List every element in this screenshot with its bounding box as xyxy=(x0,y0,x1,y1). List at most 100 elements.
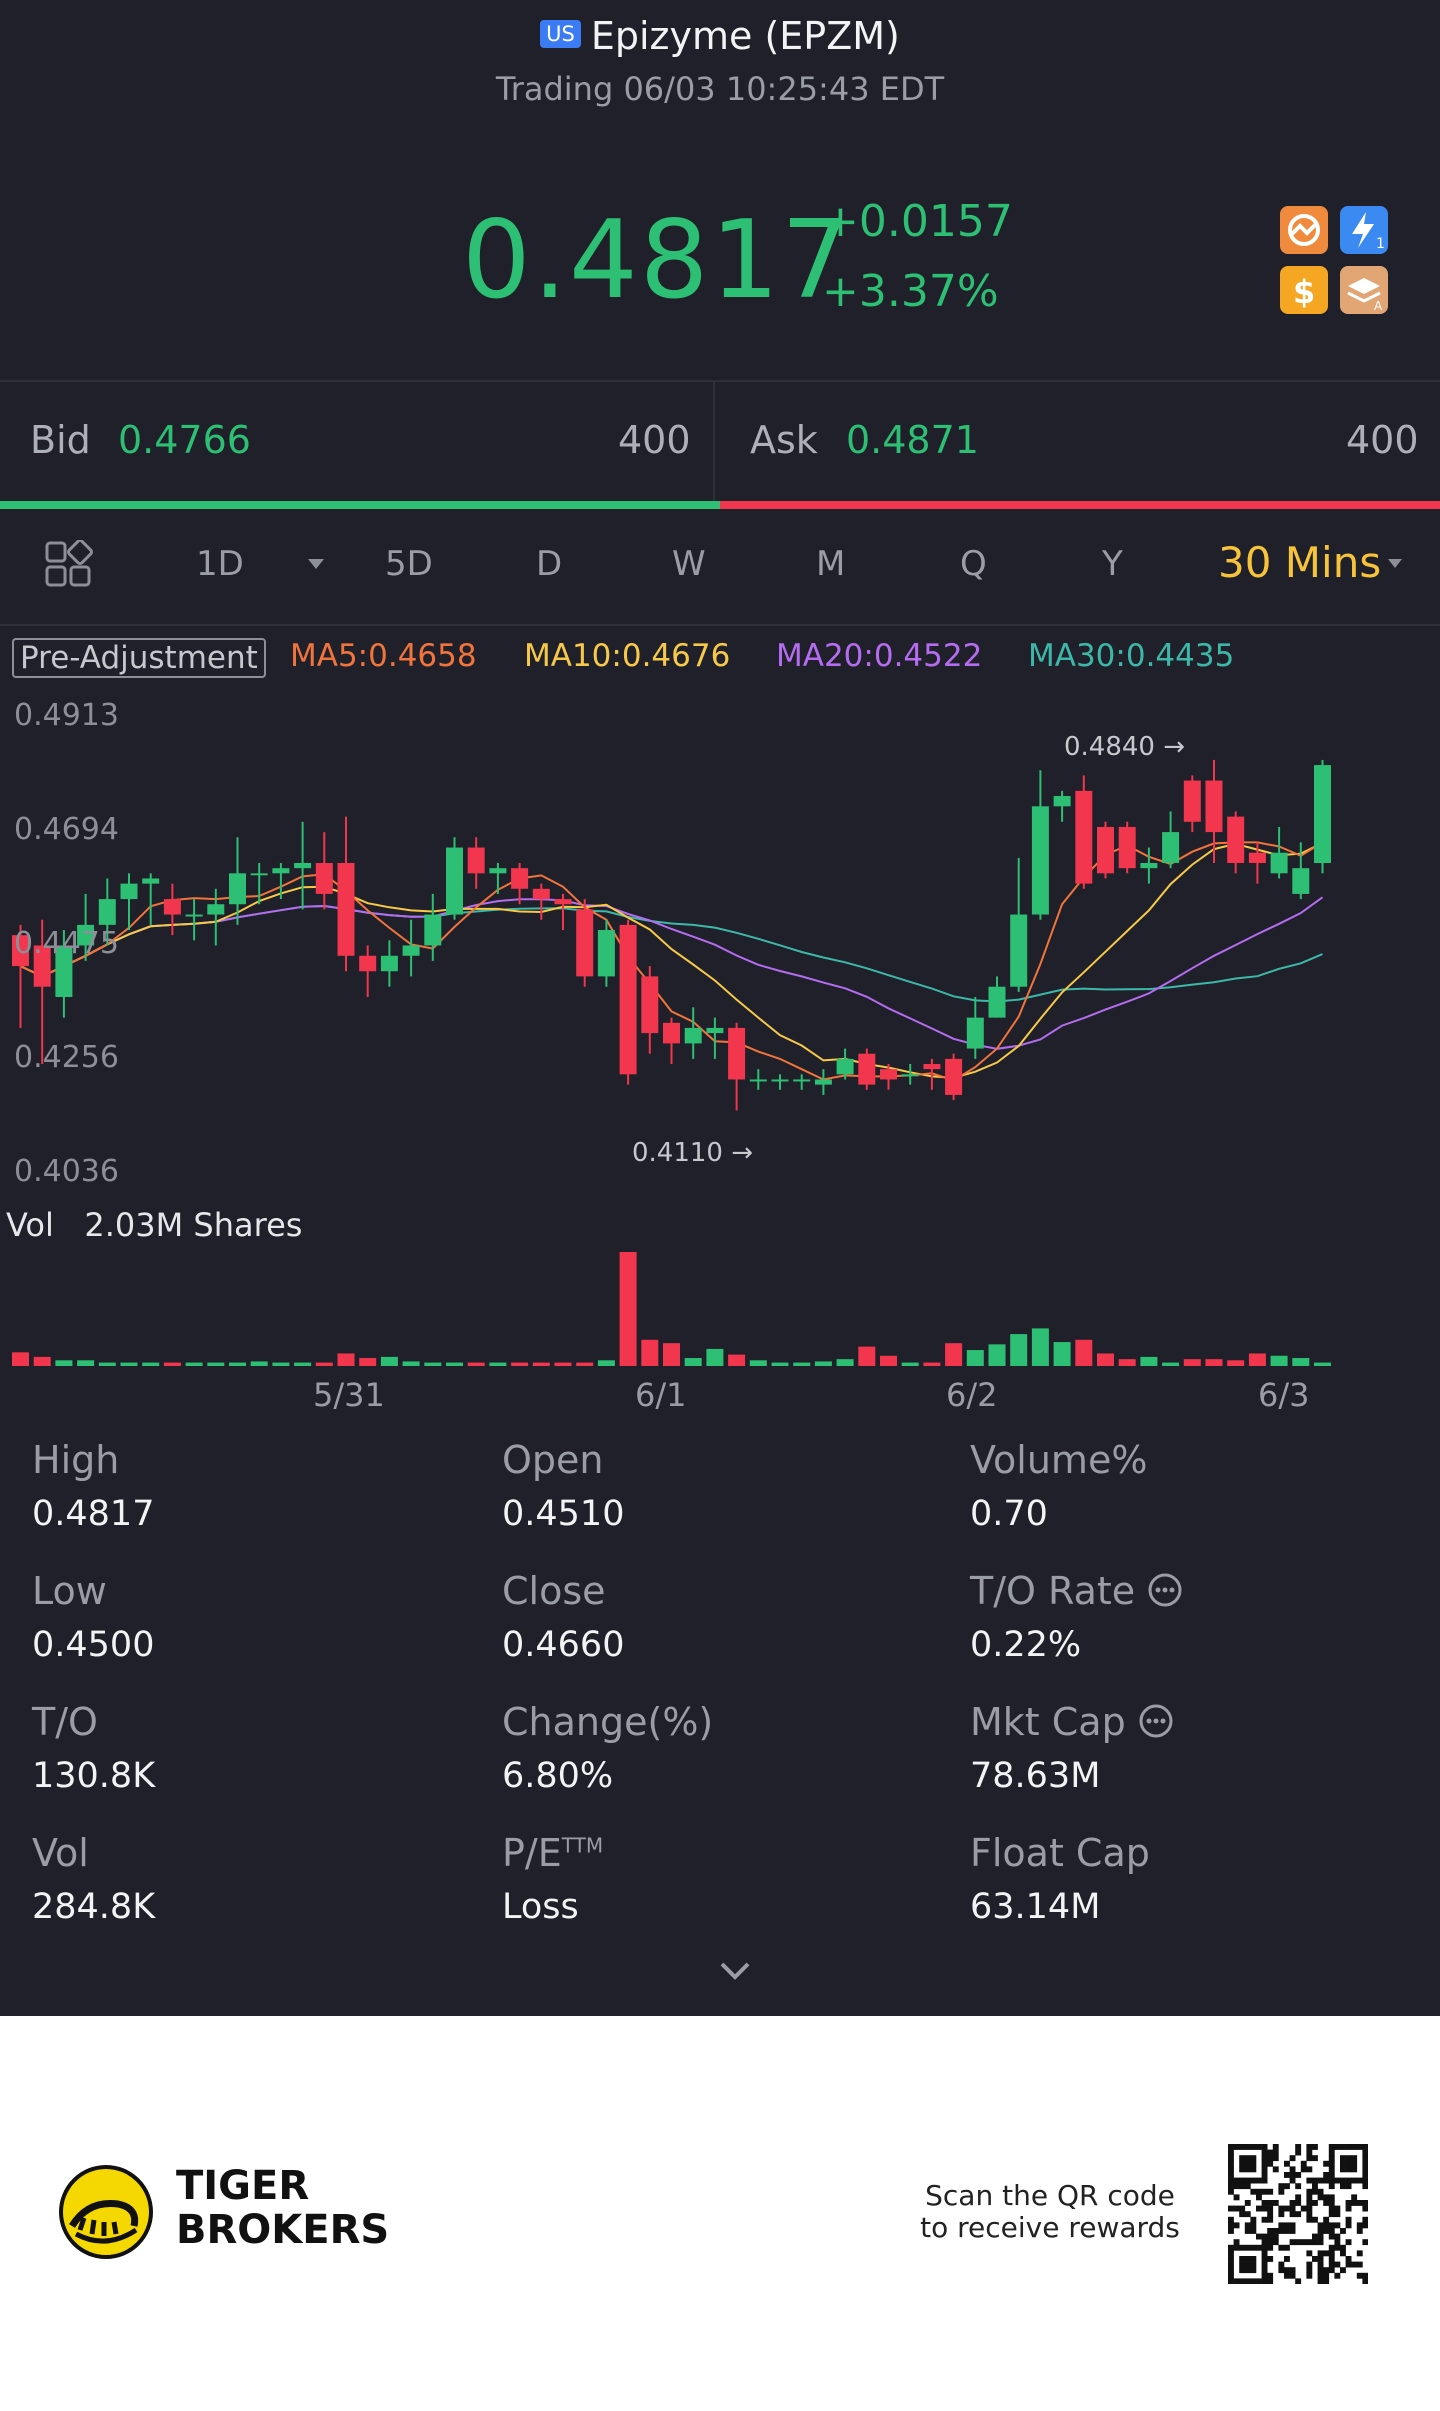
ma20-label: MA20:0.4522 xyxy=(776,638,983,674)
lightning-app-icon[interactable]: 1 xyxy=(1340,206,1388,254)
volume-bar xyxy=(315,1362,333,1366)
volume-bar xyxy=(446,1362,463,1366)
tab-m[interactable]: M xyxy=(816,544,845,584)
candle-body xyxy=(1248,852,1266,864)
svg-text:A: A xyxy=(1374,299,1383,313)
volume-bar xyxy=(988,1344,1006,1366)
volume-bar xyxy=(1314,1362,1331,1366)
volume-bar xyxy=(12,1352,29,1366)
price-change: +0.0157 xyxy=(822,196,1013,247)
candle-body xyxy=(923,1064,941,1070)
candle-body xyxy=(315,863,333,894)
candle-body xyxy=(1205,780,1223,833)
stat-label: Open xyxy=(502,1438,604,1482)
candle-body xyxy=(359,955,377,972)
qr-code xyxy=(1228,2144,1368,2284)
bid-label: Bid xyxy=(30,418,91,462)
more-info-icon[interactable] xyxy=(1147,1572,1183,1608)
tab-y[interactable]: Y xyxy=(1102,544,1123,584)
volume-bar xyxy=(1292,1358,1310,1366)
stat-label: Change(%) xyxy=(502,1700,714,1744)
volume-bar xyxy=(1248,1353,1266,1366)
tiger-logo-icon xyxy=(58,2164,154,2264)
volume-bar xyxy=(1010,1334,1028,1366)
volume-bar xyxy=(467,1362,485,1366)
volume-bar xyxy=(489,1362,507,1366)
divider xyxy=(0,380,1440,382)
low-marker: 0.4110 → xyxy=(632,1138,754,1168)
more-info-icon[interactable] xyxy=(1138,1703,1174,1739)
volume-bar xyxy=(33,1356,51,1366)
candle-body xyxy=(163,899,181,915)
svg-text:$: $ xyxy=(1293,273,1315,311)
volume-bar xyxy=(1227,1360,1245,1366)
volume-bar xyxy=(207,1362,225,1366)
divider xyxy=(713,382,715,502)
volume-bar xyxy=(380,1356,398,1366)
candle-body xyxy=(380,955,398,972)
tab-q[interactable]: Q xyxy=(960,544,987,584)
layers-app-icon[interactable]: A xyxy=(1340,266,1388,314)
stock-title: US Epizyme (EPZM) xyxy=(0,14,1440,58)
y-tick: 0.4256 xyxy=(14,1040,119,1075)
volume-bar xyxy=(272,1362,290,1366)
candle-body xyxy=(511,868,529,889)
volume-bar xyxy=(424,1362,442,1366)
candle-body xyxy=(489,868,507,874)
tab-w[interactable]: W xyxy=(672,544,706,584)
volume-bar xyxy=(402,1361,420,1366)
tab-5d[interactable]: 5D xyxy=(385,544,433,584)
stat-label: Low xyxy=(32,1569,107,1613)
candle-body xyxy=(684,1027,702,1044)
tab-d[interactable]: D xyxy=(536,544,562,584)
y-tick: 0.4036 xyxy=(14,1154,119,1189)
tab-1d[interactable]: 1D xyxy=(196,544,244,584)
stat-label: Close xyxy=(502,1569,606,1613)
candle-body xyxy=(554,899,572,905)
volume-bar xyxy=(163,1362,181,1366)
stat-value: 0.4500 xyxy=(32,1625,155,1665)
stat-label: T/O xyxy=(32,1700,98,1744)
chevron-down-icon[interactable] xyxy=(718,1960,752,1986)
candle-body xyxy=(250,873,268,876)
caret-down-icon[interactable] xyxy=(306,556,326,575)
stat-value: 78.63M xyxy=(970,1756,1101,1796)
stat-value: 0.22% xyxy=(970,1625,1082,1665)
stat-value: 0.4660 xyxy=(502,1625,625,1665)
volume-label: Vol 2.03M Shares xyxy=(6,1206,303,1244)
dollar-app-icon[interactable]: $ xyxy=(1280,266,1328,314)
candle-body xyxy=(663,1022,680,1044)
tab-30-mins[interactable]: 30 Mins xyxy=(1218,538,1381,587)
pe-superscript: TTM xyxy=(561,1833,604,1858)
candle-body xyxy=(1118,826,1136,869)
candle-body xyxy=(858,1053,876,1085)
candle-body xyxy=(793,1079,811,1082)
layout-grid-icon[interactable] xyxy=(44,539,94,594)
candle-body xyxy=(424,914,442,946)
volume-bar xyxy=(185,1362,203,1366)
pre-adjustment-button[interactable]: Pre-Adjustment xyxy=(12,638,266,678)
candlestick-chart[interactable] xyxy=(0,690,1440,1390)
volume-bar xyxy=(359,1358,377,1366)
volume-bar xyxy=(836,1359,854,1366)
candle-body xyxy=(446,847,463,915)
volume-bar xyxy=(576,1362,594,1366)
candle-body xyxy=(619,924,637,1075)
candle-body xyxy=(1053,796,1071,807)
volume-bar xyxy=(1205,1359,1223,1366)
x-tick: 6/2 xyxy=(946,1376,998,1414)
candle-body xyxy=(771,1079,789,1082)
volume-bar xyxy=(142,1362,160,1366)
candle-body xyxy=(272,868,290,874)
volume-bar xyxy=(250,1361,268,1366)
stat-value: 63.14M xyxy=(970,1887,1101,1927)
chart-app-icon[interactable] xyxy=(1280,206,1328,254)
stat-label: Mkt Cap xyxy=(970,1700,1174,1744)
candle-body xyxy=(1292,868,1310,894)
volume-bar xyxy=(1183,1359,1201,1366)
volume-bar xyxy=(858,1346,876,1366)
volume-bar xyxy=(880,1355,897,1366)
volume-bar xyxy=(619,1252,637,1366)
caret-down-icon[interactable] xyxy=(1386,556,1404,575)
ask-qty: 400 xyxy=(1346,418,1419,462)
